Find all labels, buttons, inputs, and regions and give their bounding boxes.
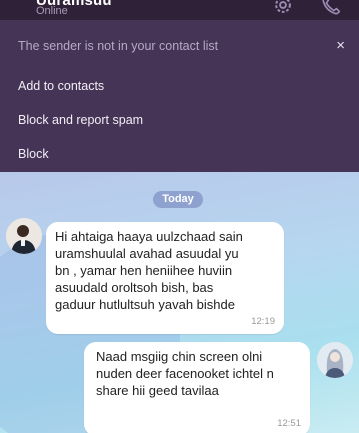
unknown-sender-notice: The sender is not in your contact list bbox=[18, 39, 219, 53]
message-line: nuden deer facenooket ichtel n bbox=[96, 366, 274, 381]
block-and-report-spam-button[interactable]: Block and report spam bbox=[18, 113, 143, 127]
unknown-sender-panel: The sender is not in your contact list ×… bbox=[0, 20, 359, 172]
message-text: Naad msgiig chin screen olni nuden deer … bbox=[96, 348, 302, 399]
message-line: Naad msgiig chin screen olni bbox=[96, 349, 263, 364]
message-time: 12:51 bbox=[277, 418, 301, 429]
conversation-area[interactable]: Today Hi ahtaiga haaya uulzchaad sain ur… bbox=[0, 172, 359, 433]
message-line: share hii geed tavilaa bbox=[96, 383, 219, 398]
message-time: 12:19 bbox=[251, 316, 275, 327]
block-button[interactable]: Block bbox=[18, 147, 49, 161]
user-avatar[interactable] bbox=[317, 342, 353, 378]
add-to-contacts-button[interactable]: Add to contacts bbox=[18, 79, 104, 93]
chat-header: Uuramsuu Online bbox=[0, 0, 359, 20]
sender-avatar[interactable] bbox=[6, 218, 42, 254]
message-line: Hi ahtaiga haaya uulzchaad sain bbox=[55, 229, 243, 244]
contact-status: Online bbox=[36, 5, 68, 17]
gear-icon[interactable] bbox=[272, 0, 294, 16]
message-line: uramshuulal avahad asuudal yu bbox=[55, 246, 239, 261]
message-line: bn , yamar hen heniihee huviin bbox=[55, 263, 233, 278]
message-line: gaduur hutlultsuh yavah bishde bbox=[55, 297, 235, 312]
message-text: Hi ahtaiga haaya uulzchaad sain uramshuu… bbox=[55, 228, 276, 313]
close-icon[interactable]: × bbox=[336, 37, 345, 54]
incoming-message[interactable]: Hi ahtaiga haaya uulzchaad sain uramshuu… bbox=[46, 222, 284, 334]
phone-icon[interactable] bbox=[320, 0, 342, 16]
outgoing-message[interactable]: Naad msgiig chin screen olni nuden deer … bbox=[84, 342, 310, 433]
message-line: asuudald oroltsoh bish, bas bbox=[55, 280, 214, 295]
date-separator: Today bbox=[153, 191, 203, 208]
